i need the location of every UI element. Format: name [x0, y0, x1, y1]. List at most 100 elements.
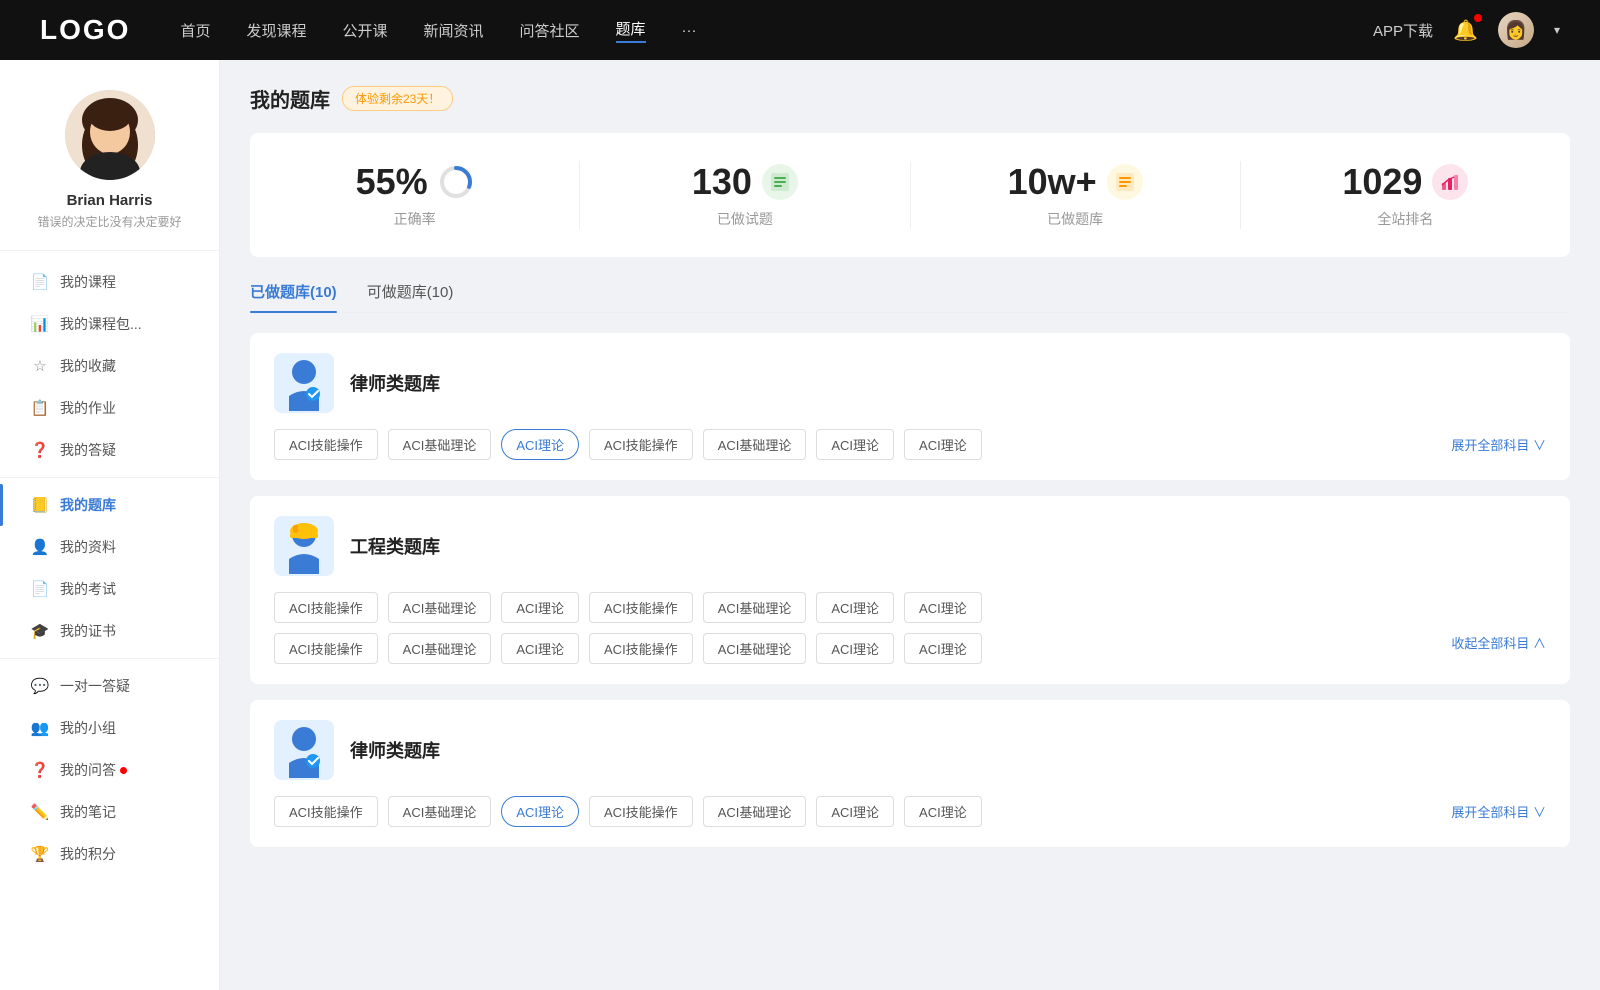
sidebar-item-group[interactable]: 👥 我的小组: [0, 707, 219, 749]
nav-links: 首页 发现课程 公开课 新闻资讯 问答社区 题库 ···: [180, 18, 1373, 43]
eng-tag-13[interactable]: ACI理论: [816, 633, 894, 664]
group-icon: 👥: [30, 718, 50, 738]
sidebar-item-tutoring[interactable]: 💬 一对一答疑: [0, 665, 219, 707]
sidebar-item-profile[interactable]: 👤 我的资料: [0, 526, 219, 568]
eng-tag-5[interactable]: ACI基础理论: [703, 592, 807, 623]
eng-tag-4[interactable]: ACI技能操作: [589, 592, 693, 623]
sidebar-menu: 📄 我的课程 📊 我的课程包... ☆ 我的收藏 📋 我的作业 ❓ 我的答疑 �: [0, 261, 219, 875]
ranking-icon: [1432, 164, 1468, 200]
sidebar-item-notes[interactable]: ✏️ 我的笔记: [0, 791, 219, 833]
sidebar-item-favorites[interactable]: ☆ 我的收藏: [0, 345, 219, 387]
avatar: [65, 90, 155, 180]
law2-tag-7[interactable]: ACI理论: [904, 796, 982, 827]
law2-tag-1[interactable]: ACI技能操作: [274, 796, 378, 827]
nav-question-bank[interactable]: 题库: [616, 18, 646, 43]
sidebar-item-points[interactable]: 🏆 我的积分: [0, 833, 219, 875]
accuracy-chart: [438, 164, 474, 200]
courses-icon: 📄: [30, 272, 50, 292]
bank-card-lawyer2: 律师类题库 ACI技能操作 ACI基础理论 ACI理论 ACI技能操作 ACI基…: [250, 700, 1570, 847]
tutoring-icon: 💬: [30, 676, 50, 696]
lawyer2-bank-name: 律师类题库: [350, 737, 440, 763]
sidebar-item-course-packages[interactable]: 📊 我的课程包...: [0, 303, 219, 345]
stats-row: 55% 正确率 130: [250, 133, 1570, 257]
banks-done-number: 10w+: [1008, 161, 1097, 203]
nav-more[interactable]: ···: [682, 22, 697, 39]
accuracy-number: 55%: [356, 161, 428, 203]
lawyer1-bank-name: 律师类题库: [350, 370, 440, 396]
stat-ranking: 1029 全站排名: [1241, 161, 1570, 229]
tag-4[interactable]: ACI技能操作: [589, 429, 693, 460]
engineer1-tags-row2: ACI技能操作 ACI基础理论 ACI理论 ACI技能操作 ACI基础理论 AC…: [274, 633, 1546, 664]
tab-available-banks[interactable]: 可做题库(10): [367, 281, 454, 312]
eng-tag-10[interactable]: ACI理论: [501, 633, 579, 664]
stat-questions-done: 130 已做试题: [580, 161, 910, 229]
engineer1-bank-name: 工程类题库: [350, 533, 440, 559]
user-avatar-nav[interactable]: 👩: [1498, 12, 1534, 48]
eng-tag-3[interactable]: ACI理论: [501, 592, 579, 623]
favorites-icon: ☆: [30, 356, 50, 376]
law2-tag-3-active[interactable]: ACI理论: [501, 796, 579, 827]
eng-tag-2[interactable]: ACI基础理论: [388, 592, 492, 623]
profile-icon: 👤: [30, 537, 50, 557]
app-download-btn[interactable]: APP下载: [1373, 20, 1433, 41]
notes-icon: ✏️: [30, 802, 50, 822]
lawyer-bank-icon: [274, 353, 334, 413]
sidebar-item-question-bank[interactable]: 📒 我的题库: [0, 484, 219, 526]
engineer-bank-icon: [274, 516, 334, 576]
lawyer1-tags: ACI技能操作 ACI基础理论 ACI理论 ACI技能操作 ACI基础理论 AC…: [274, 429, 1546, 460]
nav-news[interactable]: 新闻资讯: [424, 20, 484, 41]
nav-home[interactable]: 首页: [180, 20, 210, 41]
notification-bell[interactable]: 🔔: [1453, 18, 1478, 43]
banks-done-label: 已做题库: [1047, 209, 1103, 229]
tag-2[interactable]: ACI基础理论: [388, 429, 492, 460]
page-title: 我的题库: [250, 84, 330, 113]
lawyer2-tags: ACI技能操作 ACI基础理论 ACI理论 ACI技能操作 ACI基础理论 AC…: [274, 796, 1546, 827]
sidebar-item-homework[interactable]: 📋 我的作业: [0, 387, 219, 429]
law2-tag-5[interactable]: ACI基础理论: [703, 796, 807, 827]
tag-6[interactable]: ACI理论: [816, 429, 894, 460]
certificate-icon: 🎓: [30, 621, 50, 641]
eng-tag-7[interactable]: ACI理论: [904, 592, 982, 623]
points-icon: 🏆: [30, 844, 50, 864]
user-dropdown-arrow[interactable]: ▾: [1554, 23, 1560, 37]
sidebar-item-certificate[interactable]: 🎓 我的证书: [0, 610, 219, 652]
eng-tag-8[interactable]: ACI技能操作: [274, 633, 378, 664]
engineer1-collapse-btn[interactable]: 收起全部科目 ∧: [1451, 633, 1546, 664]
page-container: Brian Harris 错误的决定比没有决定要好 📄 我的课程 📊 我的课程包…: [0, 60, 1600, 990]
nav-qa[interactable]: 问答社区: [520, 20, 580, 41]
eng-tag-9[interactable]: ACI基础理论: [388, 633, 492, 664]
lawyer2-expand-btn[interactable]: 展开全部科目 ∨: [1451, 802, 1546, 821]
eng-tag-11[interactable]: ACI技能操作: [589, 633, 693, 664]
logo: LOGO: [40, 14, 130, 46]
eng-tag-14[interactable]: ACI理论: [904, 633, 982, 664]
law2-tag-6[interactable]: ACI理论: [816, 796, 894, 827]
navbar-right: APP下载 🔔 👩 ▾: [1373, 12, 1560, 48]
tag-5[interactable]: ACI基础理论: [703, 429, 807, 460]
question-bank-icon: 📒: [30, 495, 50, 515]
law2-tag-2[interactable]: ACI基础理论: [388, 796, 492, 827]
questions-done-number: 130: [692, 161, 752, 203]
tag-3-active[interactable]: ACI理论: [501, 429, 579, 460]
stat-accuracy: 55% 正确率: [250, 161, 580, 229]
sidebar-item-exam[interactable]: 📄 我的考试: [0, 568, 219, 610]
sidebar-item-courses[interactable]: 📄 我的课程: [0, 261, 219, 303]
law2-tag-4[interactable]: ACI技能操作: [589, 796, 693, 827]
eng-tag-1[interactable]: ACI技能操作: [274, 592, 378, 623]
tag-7[interactable]: ACI理论: [904, 429, 982, 460]
bank-card-engineer1: 工程类题库 ACI技能操作 ACI基础理论 ACI理论 ACI技能操作 ACI基…: [250, 496, 1570, 684]
sidebar-item-questions[interactable]: ❓ 我的答疑: [0, 429, 219, 471]
nav-open-courses[interactable]: 公开课: [342, 20, 387, 41]
banks-done-icon: [1107, 164, 1143, 200]
sidebar-item-my-qa[interactable]: ❓ 我的问答: [0, 749, 219, 791]
navbar: LOGO 首页 发现课程 公开课 新闻资讯 问答社区 题库 ··· APP下载 …: [0, 0, 1600, 60]
tag-1[interactable]: ACI技能操作: [274, 429, 378, 460]
main-content: 我的题库 体验剩余23天！ 55% 正确率: [220, 60, 1600, 990]
nav-courses[interactable]: 发现课程: [246, 20, 306, 41]
stat-banks-done: 10w+ 已做题库: [911, 161, 1241, 229]
eng-tag-6[interactable]: ACI理论: [816, 592, 894, 623]
eng-tag-12[interactable]: ACI基础理论: [703, 633, 807, 664]
lawyer1-expand-btn[interactable]: 展开全部科目 ∨: [1451, 435, 1546, 454]
accuracy-label: 正确率: [394, 209, 436, 229]
qa-badge: [120, 767, 127, 774]
tab-done-banks[interactable]: 已做题库(10): [250, 281, 337, 312]
